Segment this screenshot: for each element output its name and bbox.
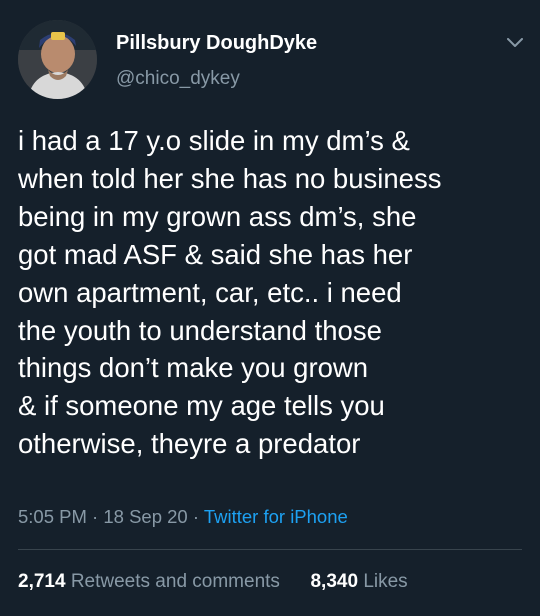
retweets-count: 2,714: [18, 571, 66, 592]
tweet-menu-button[interactable]: [502, 30, 528, 56]
tweet-time[interactable]: 5:05 PM: [18, 506, 87, 527]
display-name[interactable]: Pillsbury DoughDyke: [116, 30, 317, 56]
likes-count: 8,340: [310, 571, 359, 592]
tweet-stats: 2,714 Retweets and comments 8,340 Likes: [18, 569, 408, 595]
divider: [18, 549, 522, 550]
avatar[interactable]: [18, 20, 97, 99]
tweet-text: i had a 17 y.o slide in my dm’s & when t…: [18, 125, 442, 460]
likes-label: Likes: [363, 571, 408, 592]
meta-separator: ·: [92, 506, 99, 527]
tweet-metadata: 5:05 PM · 18 Sep 20 · Twitter for iPhone: [18, 504, 348, 530]
likes-stat[interactable]: 8,340 Likes: [310, 571, 407, 592]
meta-separator: ·: [192, 506, 200, 527]
user-handle[interactable]: @chico_dykey: [116, 66, 317, 92]
tweet-card: Pillsbury DoughDyke @chico_dykey i had a…: [0, 0, 540, 616]
avatar-photo: [18, 20, 97, 99]
chevron-down-icon: [507, 38, 523, 47]
tweet-header: Pillsbury DoughDyke @chico_dykey: [18, 20, 528, 102]
tweet-source-link[interactable]: Twitter for iPhone: [204, 506, 348, 527]
retweets-stat[interactable]: 2,714 Retweets and comments: [18, 571, 285, 592]
retweets-label: Retweets and comments: [70, 571, 280, 592]
tweet-date[interactable]: 18 Sep 20: [103, 506, 187, 527]
user-names: Pillsbury DoughDyke @chico_dykey: [116, 30, 317, 92]
